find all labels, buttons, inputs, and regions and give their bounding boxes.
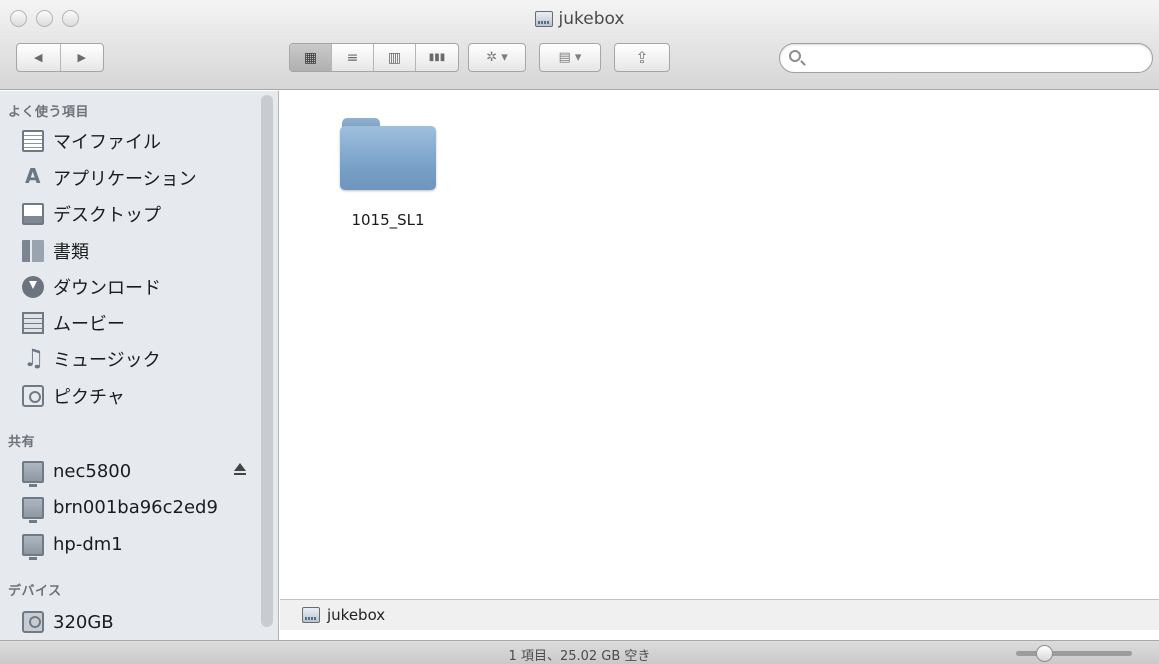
drive-icon (534, 11, 553, 27)
icon-size-slider[interactable] (1016, 651, 1132, 656)
column-view-button[interactable]: ▥ (374, 44, 416, 71)
desktop-icon (22, 203, 44, 225)
sidebar-item-label: nec5800 (53, 460, 132, 482)
documents-icon (22, 240, 44, 262)
movies-icon (22, 312, 44, 334)
sidebar-item-label: マイファイル (53, 132, 161, 153)
back-forward-control: ◀ ▶ (16, 43, 104, 72)
file-browser-area[interactable]: 1015_SL1 (280, 91, 1159, 599)
sidebar-item-label: ダウンロード (53, 278, 161, 299)
sidebar-item-label: ムービー (53, 314, 125, 335)
sidebar: よく使う項目 マイファイル アプリケーション デスクトップ 書類 ダウンロード … (0, 91, 279, 640)
pictures-icon (22, 385, 44, 407)
window-title: jukebox (0, 9, 1159, 29)
sidebar-item-label: アプリケーション (53, 169, 197, 190)
sidebar-item-documents[interactable]: 書類 (22, 236, 252, 266)
path-bar: jukebox (280, 599, 1159, 630)
sidebar-item-label: 書類 (53, 242, 89, 263)
sidebar-item-nec5800[interactable]: nec5800 (22, 456, 252, 487)
sidebar-scrollbar[interactable] (261, 95, 273, 627)
status-bar: 1 項目、25.02 GB 空き (0, 640, 1159, 664)
sidebar-item-label: デスクトップ (53, 205, 161, 226)
network-computer-icon (22, 497, 44, 523)
music-icon (22, 344, 45, 372)
eject-icon[interactable] (234, 463, 246, 475)
title-toolbar: jukebox ◀ ▶ ▦ ≡ ▥ ▮▮▮ ✲ ▾ ▤ ▾ ⇪ (0, 0, 1159, 90)
sidebar-item-movies[interactable]: ムービー (22, 308, 252, 338)
list-view-button[interactable]: ≡ (332, 44, 374, 71)
icon-size-slider-knob[interactable] (1035, 645, 1053, 662)
search-input[interactable] (810, 48, 1140, 68)
sidebar-item-applications[interactable]: アプリケーション (22, 163, 252, 193)
folder-icon (340, 118, 436, 190)
network-computer-icon (22, 534, 44, 560)
sidebar-item-hp-dm1[interactable]: hp-dm1 (22, 529, 252, 560)
sidebar-item-music[interactable]: ミュージック (22, 344, 252, 374)
sidebar-item-pictures[interactable]: ピクチャ (22, 381, 252, 411)
sidebar-item-desktop[interactable]: デスクトップ (22, 199, 252, 229)
finder-window: jukebox ◀ ▶ ▦ ≡ ▥ ▮▮▮ ✲ ▾ ▤ ▾ ⇪ よく使う項目 マ… (0, 0, 1159, 664)
path-bar-item[interactable]: jukebox (327, 606, 385, 624)
sidebar-item-label: 320GB (53, 611, 114, 633)
sidebar-item-label: brn001ba96c2ed9 (53, 496, 218, 518)
all-my-files-icon (22, 130, 44, 152)
sidebar-heading-favorites: よく使う項目 (8, 105, 90, 120)
drive-icon (302, 607, 320, 623)
network-computer-icon (22, 461, 44, 487)
folder-item[interactable]: 1015_SL1 (338, 118, 438, 229)
folder-name: 1015_SL1 (351, 211, 425, 229)
share-button[interactable]: ⇪ (614, 43, 670, 72)
cover-flow-button[interactable]: ▮▮▮ (416, 44, 458, 71)
sidebar-item-label: hp-dm1 (53, 533, 123, 555)
arrange-menu-button[interactable]: ▤ ▾ (539, 43, 601, 72)
sidebar-item-label: ピクチャ (53, 387, 125, 408)
sidebar-heading-shared: 共有 (8, 435, 36, 450)
sidebar-item-brn001ba96c2ed9[interactable]: brn001ba96c2ed9 (22, 492, 252, 523)
sidebar-heading-devices: デバイス (8, 584, 62, 599)
view-mode-control: ▦ ≡ ▥ ▮▮▮ (289, 43, 459, 72)
status-text: 1 項目、25.02 GB 空き (508, 649, 651, 664)
search-icon (789, 50, 801, 62)
hard-drive-icon (22, 611, 44, 633)
back-button[interactable]: ◀ (17, 44, 61, 71)
action-menu-button[interactable]: ✲ ▾ (468, 43, 526, 72)
sidebar-item-downloads[interactable]: ダウンロード (22, 272, 252, 302)
icon-view-button[interactable]: ▦ (290, 44, 332, 71)
window-title-text: jukebox (558, 9, 625, 29)
sidebar-item-label: ミュージック (53, 350, 161, 371)
search-field[interactable] (779, 43, 1153, 73)
downloads-icon (22, 276, 44, 298)
sidebar-item-all-my-files[interactable]: マイファイル (22, 126, 252, 156)
sidebar-item-320gb[interactable]: 320GB (22, 607, 252, 637)
applications-icon (22, 164, 44, 189)
forward-button[interactable]: ▶ (61, 44, 104, 71)
